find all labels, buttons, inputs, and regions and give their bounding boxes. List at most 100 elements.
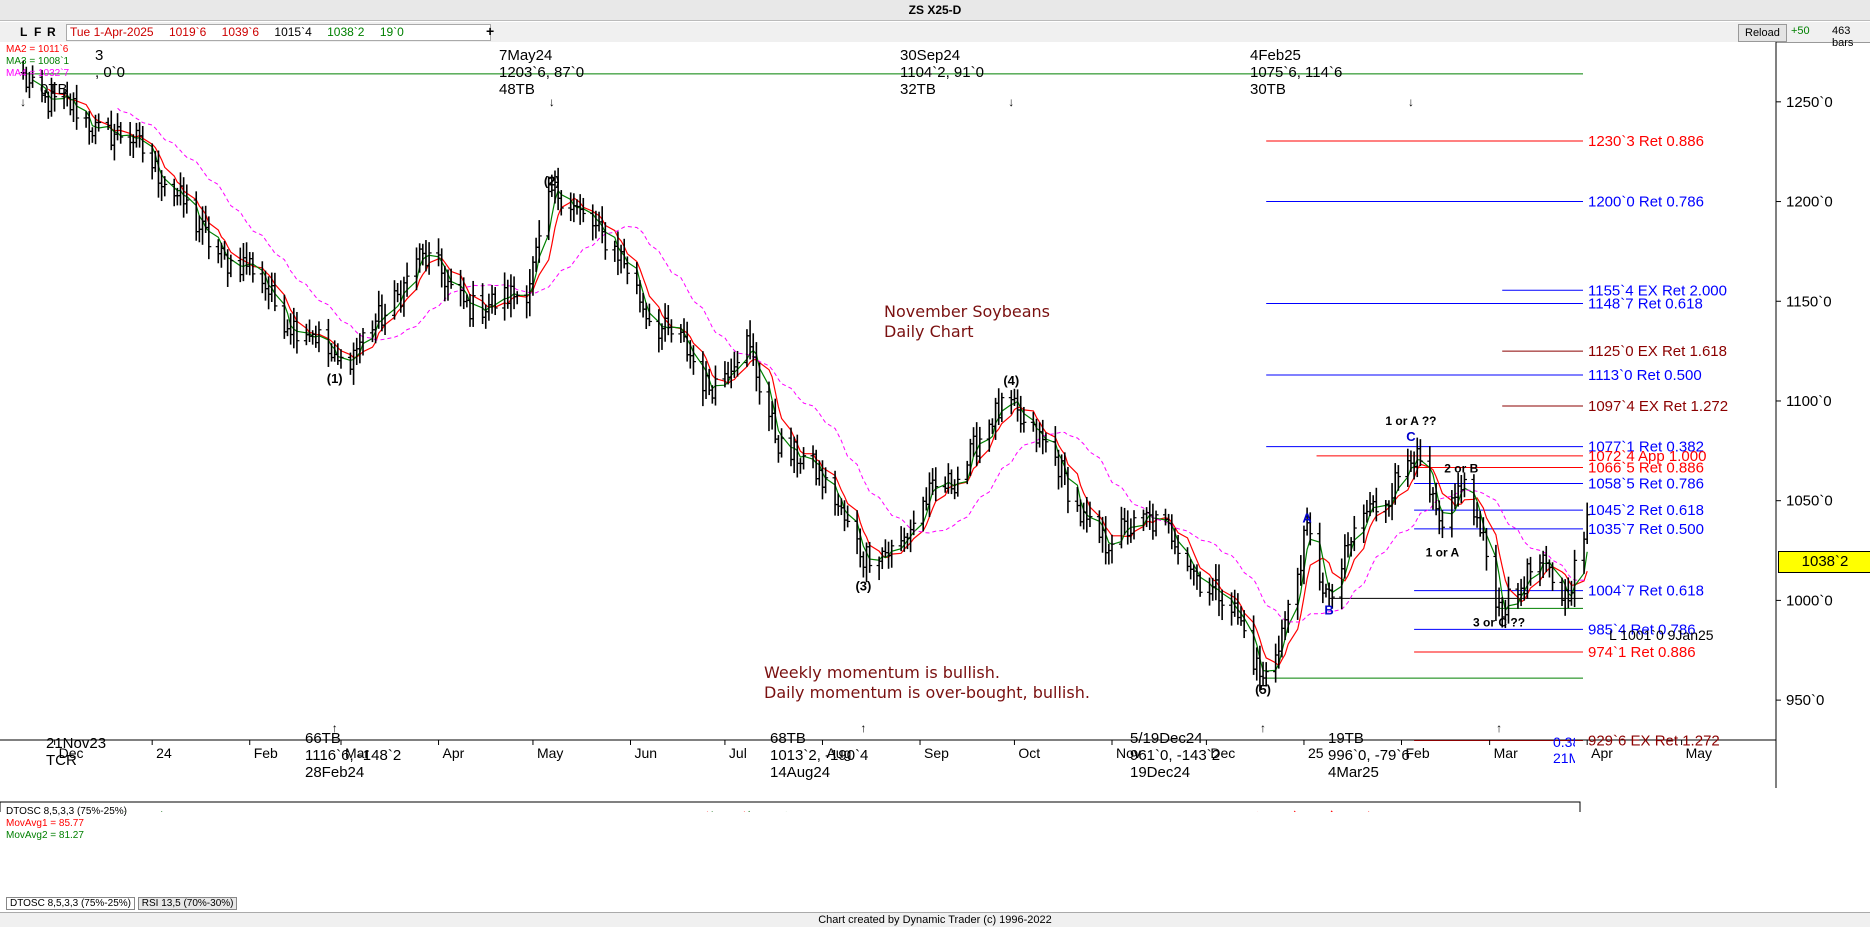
- top-mark-line: 4Feb25: [1250, 47, 1301, 64]
- bottom-mark-line: 19Dec24: [1130, 764, 1191, 781]
- wave-label: A: [1302, 511, 1312, 526]
- wave-label: C: [1406, 429, 1416, 444]
- ma3-value: MA3 = 1008`1: [6, 56, 70, 67]
- x-tick-label: 25: [1308, 745, 1324, 761]
- x-tick-label: Apr: [1591, 745, 1613, 761]
- top-mark-3: 30Sep24 1104`2, 91`0 32TB: [900, 47, 984, 98]
- bottom-mark-5: 19TB 996`0, -79`6 4Mar25: [1328, 730, 1410, 781]
- low-label: L 1001`0 9Jan25: [1609, 627, 1714, 643]
- quote-bar: Tue 1-Apr-2025 1019`6 1039`6 1015`4 1038…: [66, 24, 491, 41]
- quote-close: 1038`2: [327, 25, 365, 39]
- fib-level-label: 1230`3 Ret 0.886: [1588, 133, 1704, 150]
- top-mark-4: 4Feb25 1075`6, 114`6 30TB: [1250, 47, 1342, 98]
- bottom-mark-line: 4Mar25: [1328, 764, 1379, 781]
- ma2-value: MA2 = 1011`6: [6, 44, 69, 55]
- bottom-mark-line: 28Feb24: [305, 764, 365, 781]
- cycle-arrow-down: ↓: [1008, 95, 1014, 109]
- bottom-mark-line: 68TB: [770, 730, 806, 747]
- wave-label: (5): [1255, 682, 1271, 697]
- wave-label: (1): [327, 371, 343, 386]
- bottom-mark-line: 66TB: [305, 730, 341, 747]
- bottom-mark-line: 996`0, -79`6: [1328, 747, 1410, 764]
- bottom-mark-6: 0.38 21M: [1553, 734, 1575, 766]
- osc-movavg1: MovAvg1 = 85.77: [6, 818, 84, 829]
- y-tick-label: 1200`0: [1786, 194, 1833, 211]
- bottom-mark-line: TCR: [46, 752, 77, 769]
- window-title: ZS X25-D: [908, 3, 962, 17]
- ma4-legend: MA4 = 1032`7: [6, 68, 69, 80]
- tab-dtosc[interactable]: DTOSC 8,5,3,3 (75%-25%): [6, 897, 135, 910]
- cycle-arrow-up: ↑: [1496, 721, 1502, 735]
- x-tick-label: 24: [156, 745, 172, 761]
- window-titlebar: ZS X25-D: [0, 0, 1870, 21]
- quote-open: 1019`6: [168, 25, 207, 39]
- x-tick-label: Jun: [635, 745, 658, 761]
- top-mark-line: , 0`0: [95, 64, 126, 81]
- f-button[interactable]: F: [34, 25, 41, 39]
- tab-rsi[interactable]: RSI 13,5 (70%-30%): [137, 897, 238, 910]
- bottom-mark-line: 5/19Dec24: [1130, 730, 1203, 747]
- top-mark-line: 3: [95, 47, 104, 64]
- reload-button[interactable]: Reload: [1738, 24, 1787, 42]
- fib-level-label: 1058`5 Ret 0.786: [1588, 475, 1704, 492]
- top-mark-2: 7May24 1203`6, 87`0 48TB: [499, 47, 584, 98]
- add-50-bars-button[interactable]: +50: [1791, 25, 1810, 37]
- oscillator-panel: [0, 801, 1581, 812]
- bottom-mark-line: 0.38: [1553, 734, 1575, 750]
- note-line: Weekly momentum is bullish.: [764, 663, 1000, 682]
- bottom-mark-line: 21Nov23: [46, 735, 107, 752]
- y-tick-label: 1250`0: [1786, 94, 1833, 111]
- bottom-mark-2: 66TB 1116`6, -148`2 28Feb24: [305, 730, 401, 781]
- note-line: November Soybeans: [884, 302, 1051, 321]
- fib-level-label: 1035`7 Ret 0.500: [1588, 521, 1704, 538]
- top-mark-line: 30Sep24: [900, 47, 961, 64]
- momentum-note: Weekly momentum is bullish. Daily moment…: [764, 663, 1090, 703]
- ma-legend: MA2 = 1011`6 MA3 = 1008`1 MA4 = 1032`7: [6, 44, 69, 80]
- l-button[interactable]: L: [20, 25, 27, 39]
- top-mark-line: 30TB: [1250, 81, 1286, 98]
- ma3-legend: MA3 = 1008`1: [6, 56, 69, 68]
- y-tick-label: 1000`0: [1786, 592, 1833, 609]
- x-tick-label: May: [1686, 745, 1712, 761]
- bottom-mark-line: 21M: [1553, 750, 1575, 766]
- y-tick-label: 1050`0: [1786, 493, 1833, 510]
- bottom-mark-line: 1116`6, -148`2: [305, 747, 402, 764]
- x-tick-label: Mar: [1494, 745, 1518, 761]
- top-mark-line: 32TB: [900, 81, 936, 98]
- wave-label: (3): [855, 578, 871, 593]
- x-tick-label: May: [537, 745, 563, 761]
- cycle-arrow-down: ↓: [20, 95, 26, 109]
- bottom-mark-line: 19TB: [1328, 730, 1364, 747]
- fib-level-label: 1097`4 EX Ret 1.272: [1588, 398, 1728, 415]
- indicator-tabs: DTOSC 8,5,3,3 (75%-25%) RSI 13,5 (70%-30…: [6, 897, 238, 910]
- quote-high: 1039`6: [221, 25, 260, 39]
- y-tick-label: 1150`0: [1786, 293, 1832, 310]
- x-tick-label: Oct: [1018, 745, 1040, 761]
- y-tick-label: 950`0: [1786, 692, 1824, 709]
- wave-label: 1 or A: [1426, 546, 1460, 560]
- fib-level-label: 1066`5 Ret 0.886: [1588, 460, 1704, 477]
- cycle-arrow-down: ↓: [1408, 95, 1414, 109]
- last-price-marker: 1038`2: [1778, 551, 1870, 573]
- top-mark-line: 1075`6, 114`6: [1250, 64, 1343, 81]
- top-mark-line: 48TB: [499, 81, 535, 98]
- y-tick-label: 1100`0: [1786, 393, 1832, 410]
- osc-movavg2: MovAvg2 = 81.27: [6, 830, 84, 841]
- wave-label: 2 or B: [1444, 462, 1478, 476]
- add-chart-button[interactable]: +: [486, 23, 494, 39]
- fib-level-label: 1045`2 Ret 0.618: [1588, 502, 1704, 519]
- chart-title-note: November Soybeans Daily Chart: [884, 302, 1050, 342]
- r-button[interactable]: R: [47, 25, 56, 39]
- wave-label: (2): [544, 174, 560, 189]
- top-mark-line: 1104`2, 91`0: [900, 64, 984, 81]
- quote-change: 19`0: [379, 25, 404, 39]
- fib-level-label: 1125`0 EX Ret 1.618: [1588, 343, 1727, 360]
- quote-low: 1015`4: [274, 25, 312, 39]
- ma4-value: MA4 = 1032`7: [6, 68, 70, 79]
- x-tick-label: Apr: [443, 745, 465, 761]
- x-tick-label: Jul: [729, 745, 747, 761]
- fib-level-label: 1148`7 Ret 0.618: [1588, 296, 1703, 313]
- bottom-mark-1: 21Nov23 TCR: [46, 735, 106, 769]
- top-mark-line: 1203`6, 87`0: [499, 64, 585, 81]
- osc-name: DTOSC 8,5,3,3 (75%-25%): [6, 806, 127, 817]
